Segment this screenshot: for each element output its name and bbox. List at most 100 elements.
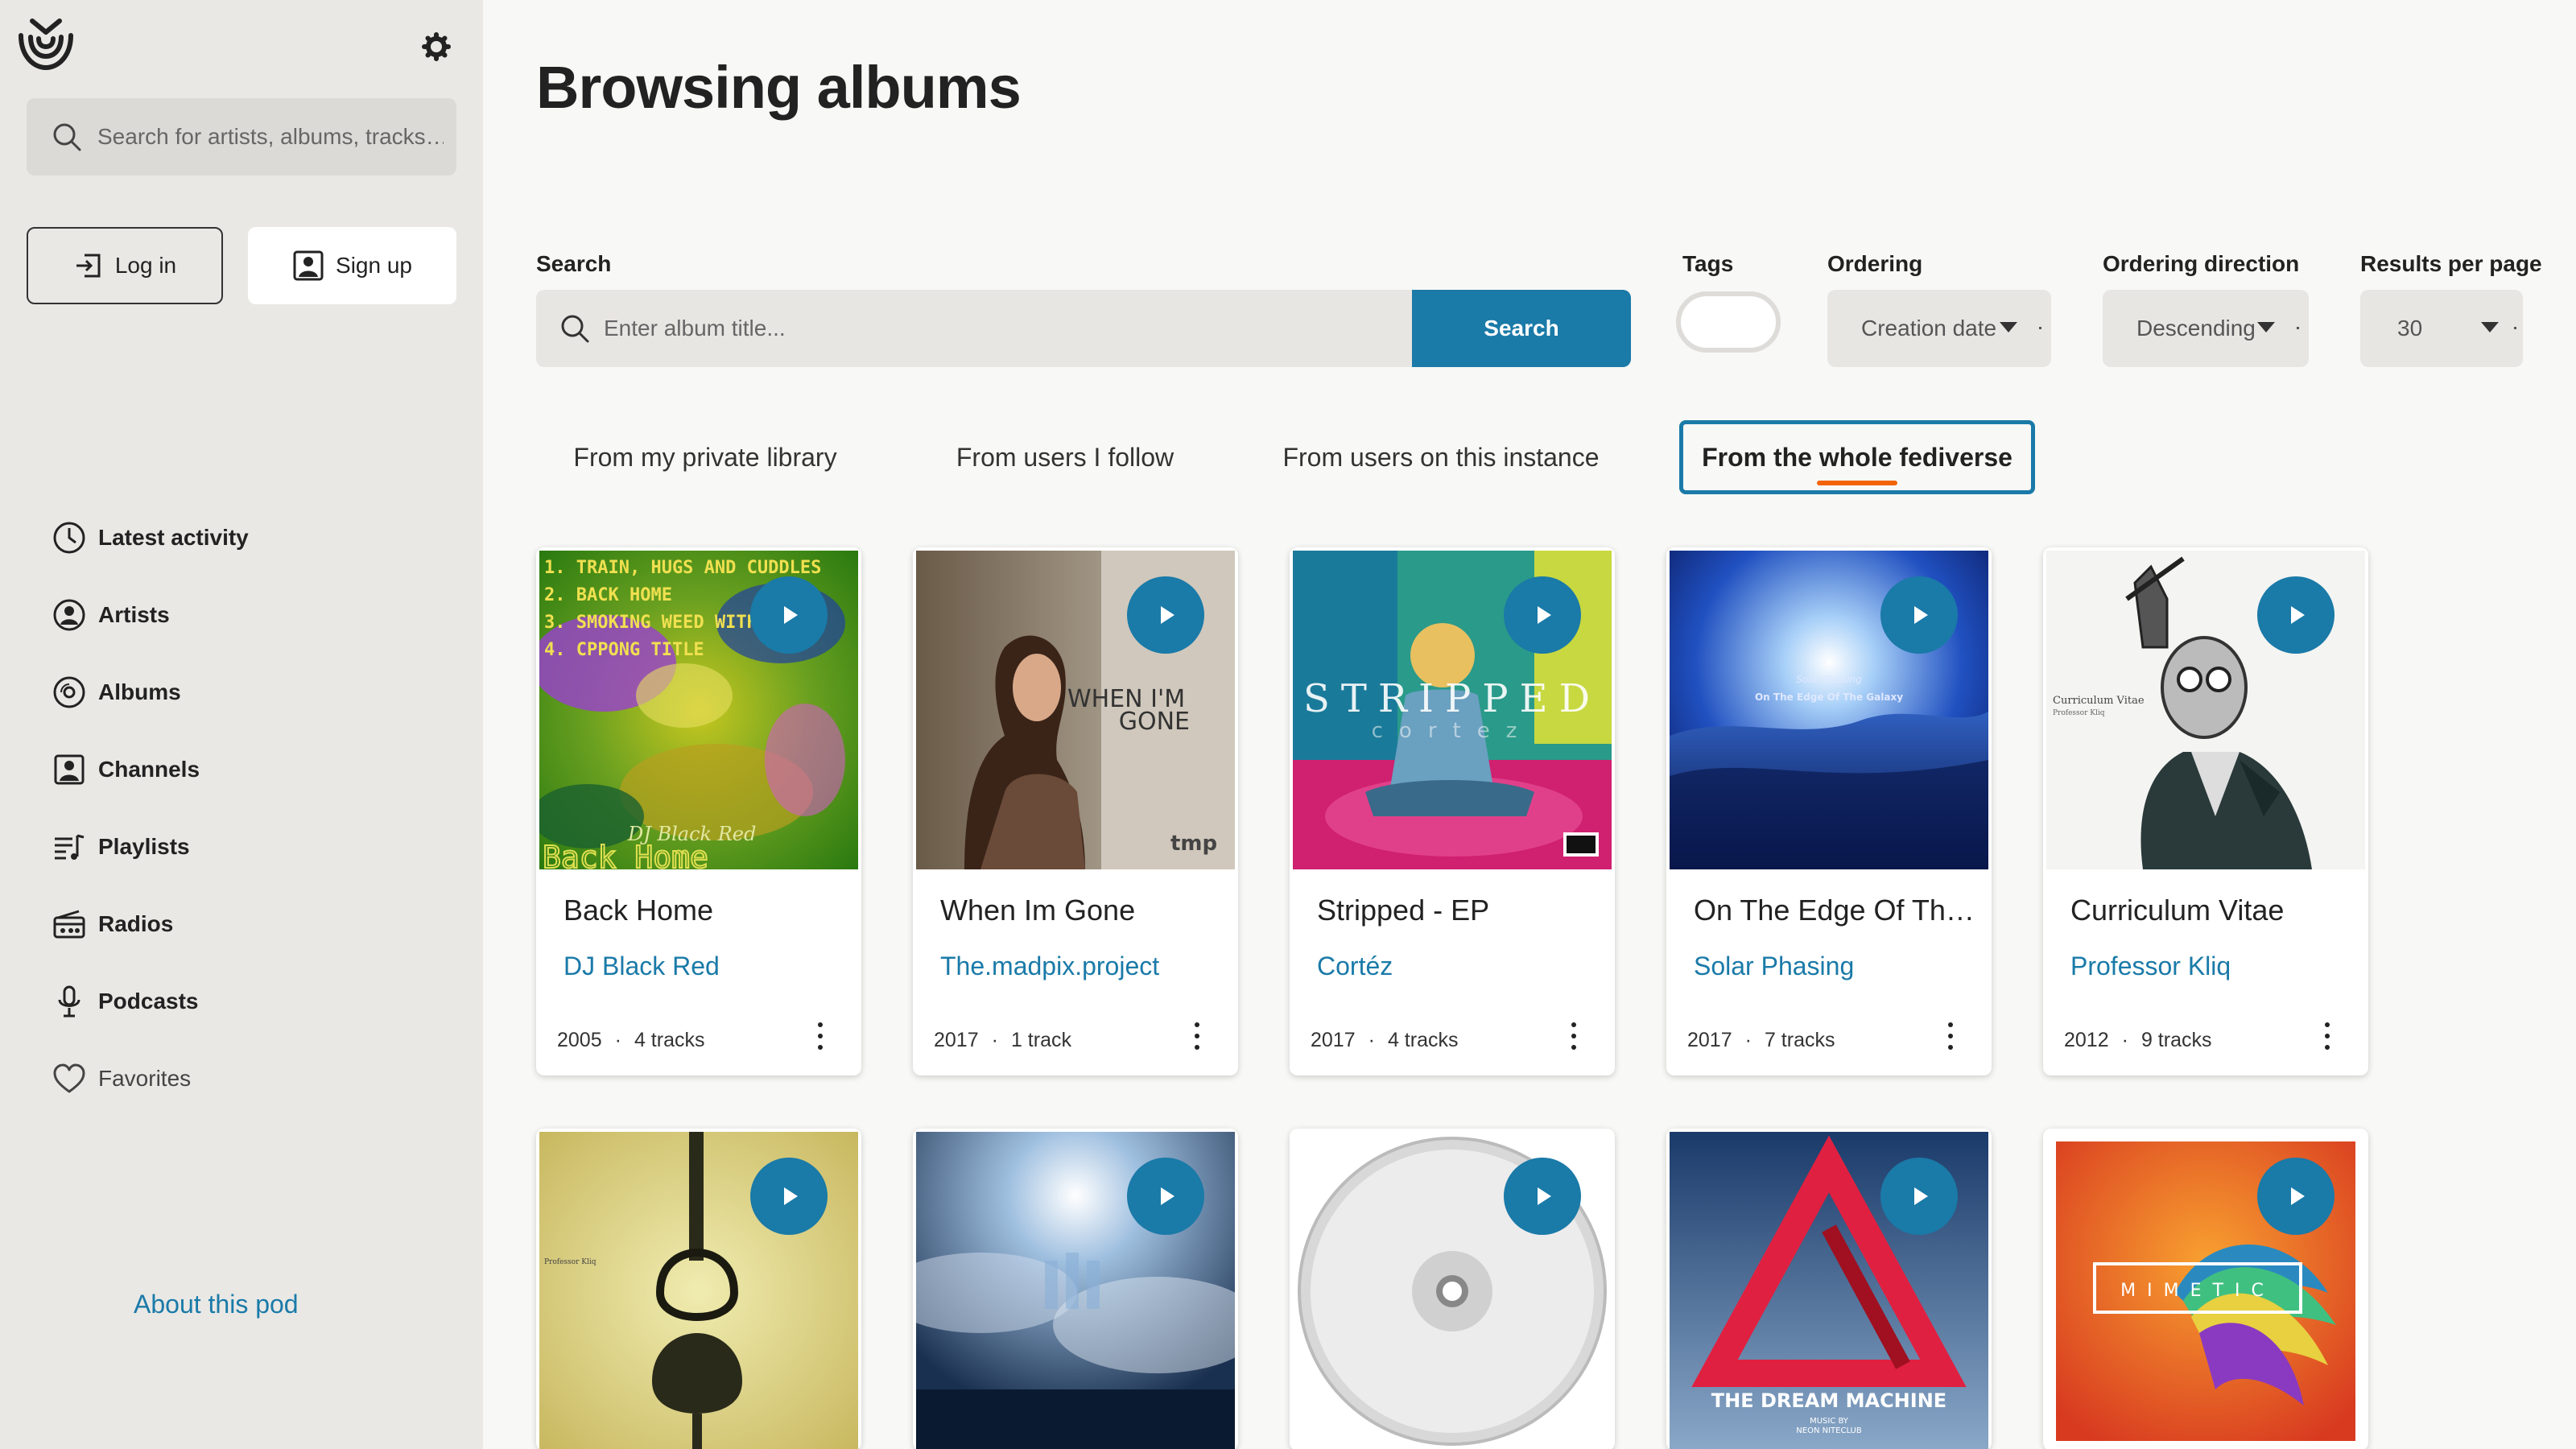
search-icon: [561, 315, 589, 343]
cover-text: tmp: [1170, 832, 1217, 856]
ordering-label: Ordering: [1827, 251, 1923, 276]
search-button[interactable]: Search: [1412, 290, 1631, 367]
play-button[interactable]: [1504, 1158, 1581, 1235]
album-title[interactable]: On The Edge Of The Galaxy: [1694, 894, 1975, 927]
album-card[interactable]: Solar Phasing On The Edge Of The Galaxy …: [1666, 547, 1992, 1075]
ordering-direction-select[interactable]: Descending: [2103, 290, 2309, 367]
active-tab-indicator: [1817, 481, 1897, 485]
album-cover[interactable]: WHEN I'M GONE tmp: [916, 551, 1235, 869]
cover-text: 1. TRAIN, HUGS AND CUDDLES: [544, 558, 821, 578]
more-options-icon[interactable]: [2323, 1022, 2331, 1050]
cover-text: Back Home: [543, 840, 708, 869]
album-card[interactable]: MIMETIC: [2043, 1129, 2368, 1449]
microphone-icon: [58, 985, 80, 1018]
cover-text: cortez: [1372, 719, 1534, 743]
album-title[interactable]: Curriculum Vitae: [2070, 894, 2352, 927]
album-cover[interactable]: [1293, 1132, 1612, 1449]
album-search-field: [536, 290, 1412, 367]
about-pod-link[interactable]: About this pod: [134, 1290, 299, 1319]
nav-label: Latest activity: [98, 525, 249, 550]
album-title[interactable]: Stripped - EP: [1317, 894, 1599, 927]
results-per-page-label: Results per page: [2360, 251, 2542, 276]
album-card[interactable]: 1. TRAIN, HUGS AND CUDDLES 2. BACK HOME …: [536, 547, 861, 1075]
album-card[interactable]: WHEN I'M GONE tmp When Im Gone The.madpi…: [913, 547, 1238, 1075]
tab-whole-fediverse[interactable]: From the whole fediverse: [1679, 420, 2035, 494]
user-square-icon: [293, 250, 324, 281]
results-per-page-value: 30: [2397, 316, 2423, 341]
search-icon: [53, 123, 81, 151]
funkwhale-logo-icon[interactable]: [16, 18, 76, 74]
album-cover[interactable]: Solar Phasing On The Edge Of The Galaxy: [1670, 551, 1988, 869]
album-year: 2017: [1311, 1029, 1356, 1051]
play-button[interactable]: [2257, 576, 2334, 654]
album-artist-link[interactable]: DJ Black Red: [564, 952, 720, 981]
album-search-input[interactable]: [604, 316, 1328, 341]
album-title[interactable]: When Im Gone: [940, 894, 1222, 927]
tab-private-library[interactable]: From my private library: [536, 420, 874, 494]
album-cover[interactable]: Curriculum Vitae Professor Kliq: [2046, 551, 2365, 869]
album-cover[interactable]: THE DREAM MACHINE MUSIC BY NEON NITECLUB: [1670, 1132, 1988, 1449]
album-meta: 2005 · 4 tracks: [557, 1029, 704, 1052]
album-track-count: 7 tracks: [1764, 1029, 1835, 1051]
album-card[interactable]: [1290, 1129, 1615, 1449]
login-button[interactable]: Log in: [27, 227, 223, 304]
results-per-page-select[interactable]: 30: [2360, 290, 2523, 367]
play-button[interactable]: [1880, 576, 1958, 654]
cover-text: NEON NITECLUB: [1796, 1426, 1862, 1435]
play-button[interactable]: [1880, 1158, 1958, 1235]
play-button[interactable]: [1127, 1158, 1204, 1235]
chevron-down-icon: [2000, 322, 2017, 332]
album-card[interactable]: Curriculum Vitae Professor Kliq Curricul…: [2043, 547, 2368, 1075]
album-card[interactable]: Professor Kliq: [536, 1129, 861, 1449]
album-cover[interactable]: Professor Kliq: [539, 1132, 858, 1449]
more-options-icon[interactable]: [1946, 1022, 1955, 1050]
tab-users-i-follow[interactable]: From users I follow: [924, 420, 1206, 494]
dot: [2297, 327, 2299, 329]
cover-text: Solar Phasing: [1796, 674, 1862, 685]
play-button[interactable]: [750, 1158, 828, 1235]
more-options-icon[interactable]: [1193, 1022, 1201, 1050]
album-cover[interactable]: 1. TRAIN, HUGS AND CUDDLES 2. BACK HOME …: [539, 551, 858, 869]
sidebar-search-input[interactable]: [97, 124, 444, 150]
album-artist-link[interactable]: Solar Phasing: [1694, 952, 1854, 981]
nav-favorites[interactable]: Favorites: [52, 1040, 249, 1117]
album-artist-link[interactable]: Professor Kliq: [2070, 952, 2231, 981]
album-cover[interactable]: MIMETIC: [2046, 1132, 2365, 1449]
user-square-icon: [54, 754, 85, 785]
nav-artists[interactable]: Artists: [52, 576, 249, 654]
album-cover[interactable]: [916, 1132, 1235, 1449]
play-button[interactable]: [1127, 576, 1204, 654]
tags-label: Tags: [1682, 251, 1734, 276]
nav-label: Favorites: [98, 1066, 192, 1091]
album-card[interactable]: THE DREAM MACHINE MUSIC BY NEON NITECLUB: [1666, 1129, 1992, 1449]
nav-albums[interactable]: Albums: [52, 654, 249, 731]
ordering-select[interactable]: Creation date: [1827, 290, 2051, 367]
signup-button[interactable]: Sign up: [248, 227, 456, 304]
album-card[interactable]: STRIPPED cortez Stripped - EP Cortéz 201…: [1290, 547, 1615, 1075]
nav-latest-activity[interactable]: Latest activity: [52, 499, 249, 576]
album-meta: 2017 · 1 track: [934, 1029, 1071, 1052]
more-options-icon[interactable]: [1570, 1022, 1578, 1050]
nav-radios[interactable]: Radios: [52, 886, 249, 963]
more-options-icon[interactable]: [816, 1022, 824, 1050]
album-card[interactable]: [913, 1129, 1238, 1449]
album-track-count: 4 tracks: [1387, 1029, 1459, 1051]
album-track-count: 1 track: [1010, 1029, 1071, 1051]
nav-channels[interactable]: Channels: [52, 731, 249, 808]
nav-label: Podcasts: [98, 989, 199, 1013]
nav-playlists[interactable]: Playlists: [52, 808, 249, 886]
album-title[interactable]: Back Home: [564, 894, 845, 927]
play-button[interactable]: [750, 576, 828, 654]
tags-toggle[interactable]: [1676, 291, 1781, 353]
chevron-down-icon: [2257, 322, 2275, 332]
nav-podcasts[interactable]: Podcasts: [52, 963, 249, 1040]
play-button[interactable]: [2257, 1158, 2334, 1235]
play-button[interactable]: [1504, 576, 1581, 654]
tab-users-on-instance[interactable]: From users on this instance: [1272, 420, 1610, 494]
gear-icon[interactable]: [420, 31, 452, 63]
album-cover[interactable]: STRIPPED cortez: [1293, 551, 1612, 869]
album-artist-link[interactable]: The.madpix.project: [940, 952, 1159, 981]
separator-dot: ·: [991, 1029, 998, 1051]
ordering-direction-value: Descending: [2136, 316, 2254, 341]
album-artist-link[interactable]: Cortéz: [1317, 952, 1393, 981]
